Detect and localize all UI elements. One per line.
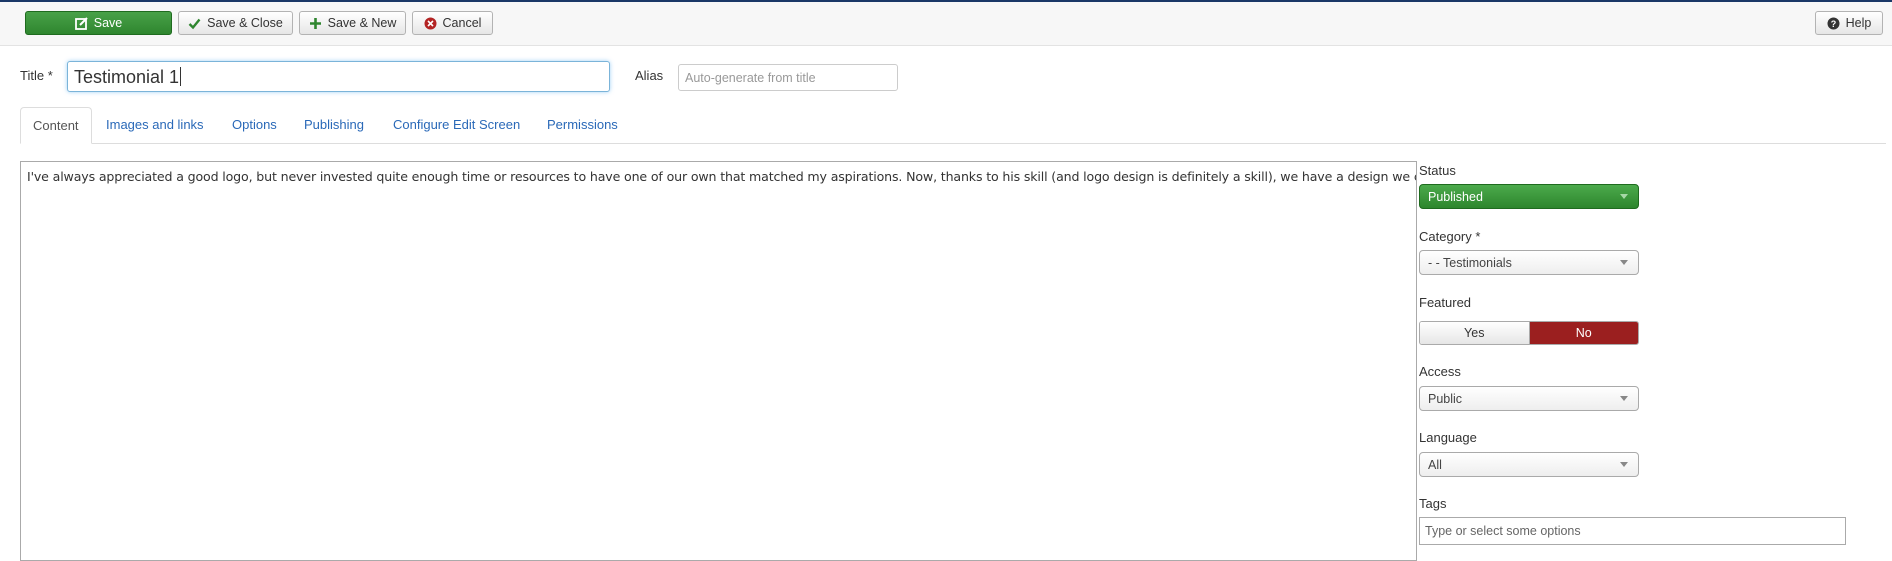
help-button[interactable]: ? Help — [1815, 11, 1883, 35]
access-value: Public — [1428, 392, 1463, 406]
language-label: Language — [1419, 430, 1477, 445]
save-close-label: Save & Close — [207, 16, 283, 30]
tags-placeholder: Type or select some options — [1425, 524, 1581, 538]
tab-publishing-label: Publishing — [304, 117, 364, 132]
category-select[interactable]: - - Testimonials — [1419, 250, 1639, 275]
save-new-button[interactable]: Save & New — [299, 11, 406, 35]
access-label: Access — [1419, 364, 1461, 379]
featured-no-button[interactable]: No — [1529, 322, 1638, 344]
check-icon — [188, 17, 201, 30]
title-input[interactable]: Testimonial 1 — [67, 61, 610, 92]
status-label: Status — [1419, 163, 1456, 178]
plus-icon — [309, 17, 322, 30]
tab-permissions[interactable]: Permissions — [535, 107, 630, 143]
status-value: Published — [1428, 190, 1483, 204]
svg-text:?: ? — [1830, 19, 1836, 29]
dropdown-arrow-icon — [1620, 396, 1628, 401]
status-select[interactable]: Published — [1419, 184, 1639, 209]
alias-input[interactable]: Auto-generate from title — [678, 64, 898, 91]
cancel-button[interactable]: Cancel — [412, 11, 493, 35]
tab-configure-edit-screen[interactable]: Configure Edit Screen — [381, 107, 532, 143]
tab-options[interactable]: Options — [220, 107, 289, 143]
tab-bar: Content Images and links Options Publish… — [20, 107, 1886, 144]
save-close-button[interactable]: Save & Close — [178, 11, 293, 35]
alias-label: Alias — [635, 68, 664, 83]
category-label: Category * — [1419, 229, 1481, 244]
language-select[interactable]: All — [1419, 452, 1639, 477]
tags-input[interactable]: Type or select some options — [1419, 517, 1846, 545]
help-icon: ? — [1827, 17, 1840, 30]
help-label: Help — [1845, 16, 1872, 30]
title-label: Title * — [20, 68, 53, 83]
title-value: Testimonial 1 — [74, 67, 180, 87]
save-new-label: Save & New — [327, 16, 397, 30]
cancel-label: Cancel — [442, 16, 482, 30]
dropdown-arrow-icon — [1620, 194, 1628, 199]
tab-images-label: Images and links — [106, 117, 204, 132]
tab-publishing[interactable]: Publishing — [292, 107, 376, 143]
tab-configure-label: Configure Edit Screen — [393, 117, 521, 132]
content-editor[interactable]: I've always appreciated a good logo, but… — [20, 161, 1417, 561]
tab-options-label: Options — [232, 117, 277, 132]
tab-content[interactable]: Content — [20, 107, 92, 144]
tab-permissions-label: Permissions — [547, 117, 618, 132]
toolbar: Save Save & Close Save & New Cancel ? He… — [0, 2, 1892, 46]
featured-yes-button[interactable]: Yes — [1420, 322, 1530, 344]
save-label: Save — [93, 16, 123, 30]
featured-label: Featured — [1419, 295, 1472, 310]
dropdown-arrow-icon — [1620, 260, 1628, 265]
tab-images-and-links[interactable]: Images and links — [94, 107, 216, 143]
language-value: All — [1428, 458, 1442, 472]
alias-placeholder: Auto-generate from title — [685, 71, 816, 85]
tags-label: Tags — [1419, 496, 1447, 511]
tab-content-label: Content — [33, 118, 79, 133]
access-select[interactable]: Public — [1419, 386, 1639, 411]
save-button[interactable]: Save — [25, 11, 172, 35]
editor-text: I've always appreciated a good logo, but… — [27, 169, 1417, 184]
dropdown-arrow-icon — [1620, 462, 1628, 467]
featured-toggle: Yes No — [1419, 321, 1639, 345]
category-value: - - Testimonials — [1428, 256, 1512, 270]
edit-icon — [74, 16, 88, 30]
text-cursor — [180, 67, 182, 86]
cancel-circle-icon — [424, 17, 437, 30]
